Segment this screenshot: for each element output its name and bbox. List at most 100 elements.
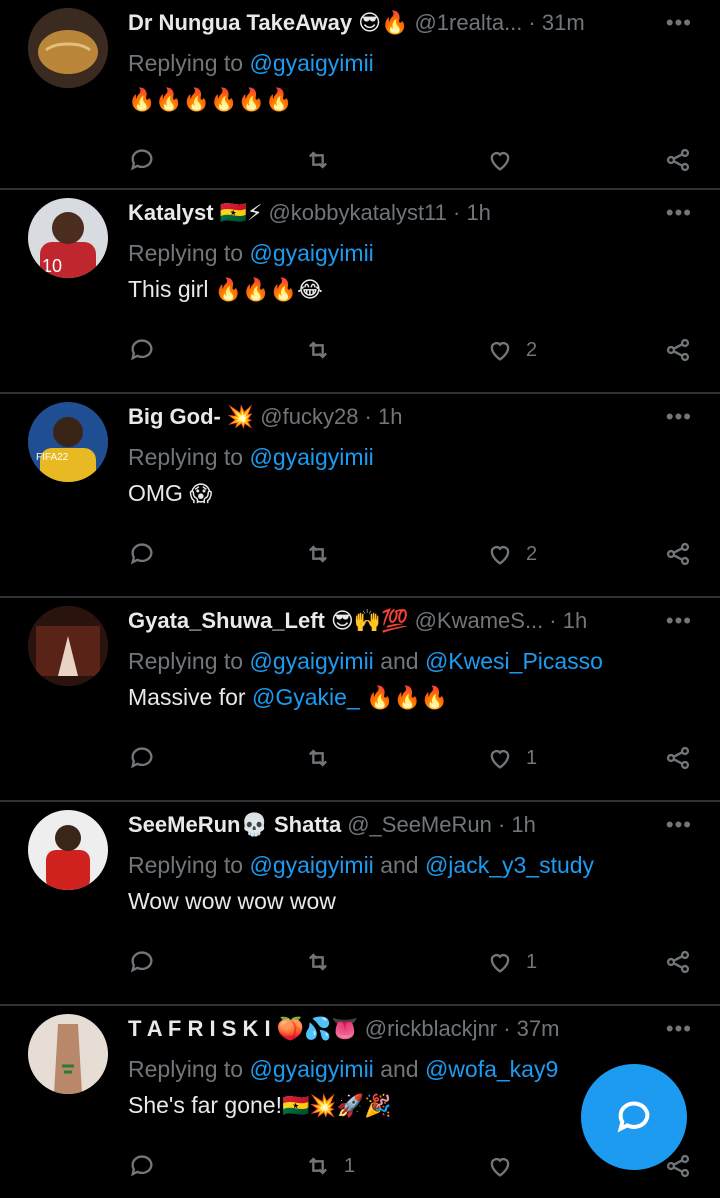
tweet-text: This girl	[128, 276, 215, 302]
display-name[interactable]: Big God-	[128, 404, 221, 430]
like-button[interactable]	[486, 1152, 526, 1180]
retweet-button[interactable]: 1	[304, 1152, 355, 1180]
avatar[interactable]: 10	[28, 198, 108, 278]
more-horizontal-icon[interactable]: •••	[666, 404, 692, 430]
reply-icon	[130, 543, 153, 565]
reply-icon	[130, 149, 153, 171]
mention-link[interactable]: @gyaigyimii	[249, 50, 373, 76]
tweet-reply[interactable]: FIFA22 Big God- 💥 @fucky28 · 1h ••• Replying …	[0, 394, 720, 598]
share-button[interactable]	[664, 146, 692, 174]
tweet-emoji: 🔥🔥🔥	[366, 686, 449, 711]
display-name[interactable]: Gyata_Shuwa_Left	[128, 608, 325, 634]
share-button[interactable]	[664, 744, 692, 772]
display-name[interactable]: Dr Nungua TakeAway	[128, 10, 352, 36]
compose-reply-button[interactable]	[581, 1064, 687, 1170]
share-button[interactable]	[664, 336, 692, 364]
tweet-body: Massive for @Gyakie_ 🔥🔥🔥	[128, 684, 448, 711]
mention-link[interactable]: @gyaigyimii	[249, 240, 373, 266]
reply-button[interactable]	[128, 1152, 156, 1180]
tweet-emoji: 🔥🔥🔥😂	[214, 278, 323, 303]
like-count: 2	[526, 338, 538, 361]
reply-button[interactable]	[128, 146, 156, 174]
timestamp[interactable]: · 1h	[549, 608, 587, 634]
name-emoji: 🍑💦👅	[276, 1016, 359, 1042]
avatar[interactable]	[28, 1014, 108, 1094]
replying-to-label: Replying to	[128, 852, 244, 878]
like-button[interactable]: 1	[486, 948, 537, 976]
retweet-button[interactable]	[304, 744, 344, 772]
retweet-icon	[309, 341, 327, 359]
share-icon	[666, 542, 690, 566]
mention-link[interactable]: @wofa_kay9	[425, 1056, 558, 1082]
handle-and-time[interactable]: @_SeeMeRun · 1h	[347, 812, 536, 838]
replying-to-label: Replying to	[128, 648, 244, 674]
mention-link[interactable]: @gyaigyimii	[249, 852, 373, 878]
reply-button[interactable]	[128, 948, 156, 976]
replying-to-label: Replying to	[128, 50, 244, 76]
retweet-button[interactable]	[304, 948, 344, 976]
replying-to: Replying to @gyaigyimii and @jack_y3_stu…	[128, 852, 594, 879]
tweet-body: Wow wow wow wow	[128, 888, 336, 915]
avatar[interactable]	[28, 8, 108, 88]
retweet-icon	[309, 545, 327, 563]
mention-link[interactable]: @gyaigyimii	[249, 1056, 373, 1082]
handle-and-time[interactable]: @1realta...	[414, 10, 522, 36]
tweet-actions: 2	[128, 540, 696, 574]
avatar[interactable]	[28, 810, 108, 890]
retweet-button[interactable]	[304, 146, 344, 174]
tweet-body: OMG 😱	[128, 480, 212, 507]
more-horizontal-icon[interactable]: •••	[666, 1016, 692, 1042]
mention-link[interactable]: @gyaigyimii	[249, 444, 373, 470]
retweet-button[interactable]	[304, 540, 344, 568]
replying-to: Replying to @gyaigyimii and @wofa_kay9	[128, 1056, 558, 1083]
tweet-actions: 1	[128, 948, 696, 982]
avatar[interactable]: FIFA22	[28, 402, 108, 482]
tweet-body: This girl 🔥🔥🔥😂	[128, 276, 323, 303]
heart-icon	[490, 750, 510, 769]
heart-icon	[490, 1158, 510, 1177]
tweet-text: OMG	[128, 480, 190, 506]
handle-and-time[interactable]: @kobbykatalyst11 · 1h	[268, 200, 490, 226]
more-horizontal-icon[interactable]: •••	[666, 812, 692, 838]
more-horizontal-icon[interactable]: •••	[666, 10, 692, 36]
handle-and-time[interactable]: @KwameS...	[415, 608, 544, 634]
mention-link[interactable]: @gyaigyimii	[249, 648, 373, 674]
like-button[interactable]: 1	[486, 744, 537, 772]
reply-icon	[130, 1155, 153, 1177]
retweet-icon	[309, 151, 327, 169]
retweet-button[interactable]	[304, 336, 344, 364]
handle-and-time[interactable]: @rickblackjnr · 37m	[365, 1016, 560, 1042]
svg-text:10: 10	[42, 256, 62, 276]
replying-to: Replying to @gyaigyimii	[128, 444, 374, 471]
reply-icon	[130, 339, 153, 361]
tweet-reply[interactable]: SeeMeRun💀 Shatta @_SeeMeRun · 1h ••• Replyi…	[0, 802, 720, 1006]
reply-button[interactable]	[128, 336, 156, 364]
display-name[interactable]: T A F R I S K I	[128, 1016, 271, 1042]
replying-to: Replying to @gyaigyimii and @Kwesi_Picas…	[128, 648, 603, 675]
tweet-reply[interactable]: 10 Katalyst 🇬🇭⚡ @kobbykatalyst11 · 1h ••• Rep…	[0, 190, 720, 394]
share-button[interactable]	[664, 948, 692, 976]
like-button[interactable]: 2	[486, 336, 537, 364]
reply-and-label: and	[380, 648, 419, 674]
tweet-reply[interactable]: Dr Nungua TakeAway 😎🔥 @1realta... · 31m ••• R…	[0, 0, 720, 190]
name-emoji: 😎🙌💯	[330, 608, 409, 634]
share-button[interactable]	[664, 540, 692, 568]
mention-link[interactable]: @Gyakie_	[252, 684, 360, 710]
tweet-reply[interactable]: Gyata_Shuwa_Left 😎🙌💯 @KwameS... · 1h ••• Repl…	[0, 598, 720, 802]
display-name[interactable]: Katalyst	[128, 200, 214, 226]
like-button[interactable]	[486, 146, 526, 174]
tweet-text: Massive for	[128, 684, 252, 710]
timestamp[interactable]: · 31m	[528, 10, 584, 36]
mention-link[interactable]: @jack_y3_study	[425, 852, 594, 878]
mention-link[interactable]: @Kwesi_Picasso	[425, 648, 603, 674]
avatar[interactable]	[28, 606, 108, 686]
like-button[interactable]: 2	[486, 540, 537, 568]
display-name[interactable]: SeeMeRun💀 Shatta	[128, 812, 341, 838]
handle-and-time[interactable]: @fucky28 · 1h	[260, 404, 402, 430]
more-horizontal-icon[interactable]: •••	[666, 200, 692, 226]
reply-button[interactable]	[128, 744, 156, 772]
share-icon	[666, 950, 690, 974]
reply-button[interactable]	[128, 540, 156, 568]
tweet-actions: 2	[128, 336, 696, 370]
more-horizontal-icon[interactable]: •••	[666, 608, 692, 634]
